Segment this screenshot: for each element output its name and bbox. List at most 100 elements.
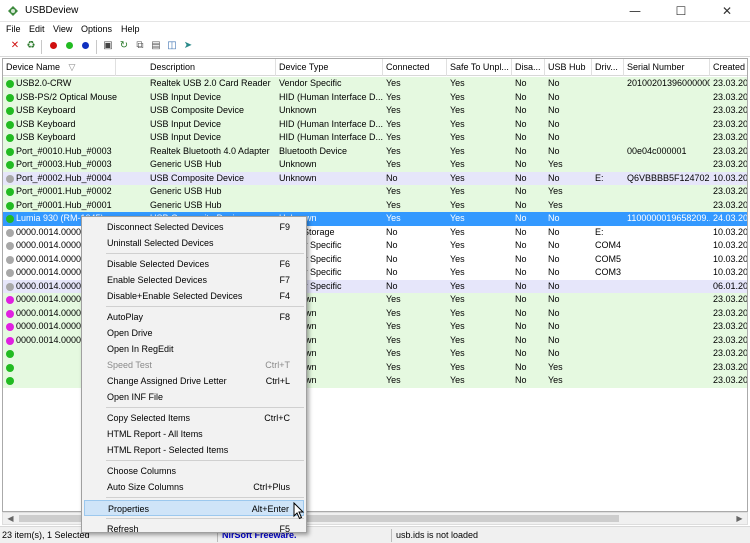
column-header[interactable]: Device Name ▽: [3, 59, 116, 76]
context-menu-item-open-drive[interactable]: Open Drive: [84, 325, 304, 341]
table-row[interactable]: USB-PS/2 Optical Mouse USB Input Device HI…: [3, 90, 748, 104]
copy-icon[interactable]: ⧉: [134, 40, 146, 52]
save-icon[interactable]: ▣: [102, 40, 114, 52]
device-name-cell: Port_#0010.Hub_#0003: [16, 145, 112, 156]
drive-letter-cell: [592, 212, 624, 226]
disable-device-icon[interactable]: [47, 40, 59, 52]
disabled-cell: No: [515, 334, 527, 345]
connected-cell: Yes: [386, 307, 401, 318]
menu-edit[interactable]: Edit: [29, 24, 45, 34]
context-menu-item-properties[interactable]: Properties Alt+Enter: [84, 500, 304, 516]
menu-help[interactable]: Help: [121, 24, 140, 34]
context-menu-item-auto-size-columns[interactable]: Auto Size Columns Ctrl+Plus: [84, 479, 304, 495]
enable-device-icon[interactable]: [63, 40, 75, 52]
menu-options[interactable]: Options: [81, 24, 112, 34]
context-menu-item-disable-selected-devices[interactable]: Disable Selected Devices F6: [84, 256, 304, 272]
context-menu-item-disable-enable-selected-devices[interactable]: Disable+Enable Selected Devices F4: [84, 288, 304, 304]
menu-separator: [106, 253, 304, 254]
serial-number-cell: [624, 361, 710, 375]
scroll-right-icon[interactable]: ▶: [733, 513, 746, 524]
safe-to-unplug-cell: Yes: [450, 91, 465, 102]
html-report-icon[interactable]: ◫: [166, 40, 178, 52]
connected-cell: Yes: [386, 348, 401, 358]
created-date-cell: 10.03.2017: [713, 226, 748, 237]
device-type-cell: Bluetooth Device: [279, 145, 348, 156]
menu-separator: [106, 306, 304, 307]
safe-to-unplug-cell: Yes: [450, 375, 465, 385]
serial-number-cell: 00e04c000001: [627, 145, 687, 156]
context-menu-item-disconnect-selected-devices[interactable]: Disconnect Selected Devices F9: [84, 219, 304, 235]
context-menu-item-choose-columns[interactable]: Choose Columns: [84, 463, 304, 479]
column-header[interactable]: Description: [147, 59, 276, 76]
column-header[interactable]: Driv...: [592, 59, 624, 76]
menu-item-label: HTML Report - All Items: [107, 429, 203, 439]
safe-to-unplug-cell: Yes: [450, 145, 465, 156]
drive-letter-cell: COM5: [595, 253, 622, 264]
context-menu-item-enable-selected-devices[interactable]: Enable Selected Devices F7: [84, 272, 304, 288]
uninstall-icon[interactable]: ♻: [25, 40, 37, 52]
safe-to-unplug-cell: Yes: [450, 186, 465, 196]
created-date-cell: 23.03.2017: [713, 105, 748, 115]
column-header[interactable]: Disa...: [512, 59, 545, 76]
minimize-button[interactable]: —: [612, 0, 658, 22]
context-menu-item-open-inf-file[interactable]: Open INF File: [84, 389, 304, 405]
serial-number-cell: [624, 334, 710, 348]
menu-file[interactable]: File: [6, 24, 21, 34]
drive-letter-cell: COM3: [595, 267, 622, 277]
menu-item-shortcut: F4: [279, 291, 290, 301]
menu-item-shortcut: F5: [279, 524, 290, 534]
context-menu-item-autoplay[interactable]: AutoPlay F8: [84, 309, 304, 325]
context-menu-item-uninstall-selected-devices[interactable]: Uninstall Selected Devices: [84, 235, 304, 251]
table-row[interactable]: Port_#0001.Hub_#0002 Generic USB Hub Yes Ye…: [3, 185, 747, 199]
column-header[interactable]: Safe To Unpl...: [447, 59, 512, 76]
disable-enable-icon[interactable]: [79, 40, 91, 52]
menu-item-label: AutoPlay: [107, 312, 144, 322]
table-row[interactable]: USB Keyboard USB Input Device HID (Human I…: [3, 131, 748, 145]
column-header[interactable]: Device Type: [276, 59, 383, 76]
context-menu-item-open-in-regedit[interactable]: Open In RegEdit: [84, 341, 304, 357]
maximize-button[interactable]: ☐: [658, 0, 704, 22]
column-header[interactable]: Created D: [710, 59, 747, 76]
refresh-icon[interactable]: ↻: [118, 40, 130, 52]
table-row[interactable]: Port_#0003.Hub_#0003 Generic USB Hub Unkno…: [3, 158, 747, 172]
table-row[interactable]: USB Keyboard USB Composite Device Unknown Y…: [3, 104, 748, 118]
drive-letter-cell: [592, 145, 624, 159]
menu-item-label: Enable Selected Devices: [107, 275, 208, 285]
created-date-cell: 10.03.2017: [713, 253, 748, 264]
context-menu-item-copy-selected-items[interactable]: Copy Selected Items Ctrl+C: [84, 410, 304, 426]
drive-letter-cell: [592, 334, 624, 348]
menu-item-label: Disable Selected Devices: [107, 259, 210, 269]
menu-view[interactable]: View: [53, 24, 72, 34]
safe-to-unplug-cell: Yes: [450, 361, 465, 372]
connected-cell: No: [386, 267, 398, 277]
safe-to-unplug-cell: Yes: [450, 118, 465, 129]
table-row[interactable]: Port_#0001.Hub_#0001 Generic USB Hub Yes Ye…: [3, 198, 747, 212]
menu-item-shortcut: Alt+Enter: [251, 504, 289, 514]
mouse-pointer-icon: [293, 502, 305, 520]
context-menu-item-change-assigned-drive-letter[interactable]: Change Assigned Drive Letter Ctrl+L: [84, 373, 304, 389]
created-date-cell: 23.03.2017: [713, 91, 748, 102]
table-row[interactable]: Port_#0010.Hub_#0003 Realtek Bluetooth 4.…: [3, 144, 747, 159]
drive-letter-cell: [592, 158, 624, 172]
created-date-cell: 23.03.2017: [713, 132, 748, 142]
safe-to-unplug-cell: Yes: [450, 294, 465, 304]
usb-hub-cell: No: [548, 118, 560, 129]
disconnect-icon[interactable]: ✕: [9, 40, 21, 52]
context-menu-item-html-report-selected-items[interactable]: HTML Report - Selected Items: [84, 442, 304, 458]
table-row[interactable]: USB2.0-CRW Realtek USB 2.0 Card Reader Ven…: [3, 77, 747, 91]
table-row[interactable]: Port_#0002.Hub_#0004 USB Composite Device…: [3, 171, 747, 185]
table-row[interactable]: USB Keyboard USB Input Device HID (Human I…: [3, 117, 747, 131]
context-menu-item-refresh[interactable]: Refresh F5: [84, 521, 304, 537]
column-header[interactable]: USB Hub: [545, 59, 592, 76]
created-date-cell: 23.03.2017: [713, 361, 748, 372]
scroll-left-icon[interactable]: ◀: [4, 513, 17, 524]
device-name-cell: USB Keyboard: [16, 118, 76, 129]
drive-letter-cell: [592, 131, 624, 145]
context-menu-item-html-report-all-items[interactable]: HTML Report - All Items: [84, 426, 304, 442]
properties-icon[interactable]: ▤: [150, 40, 162, 52]
column-header[interactable]: Connected: [383, 59, 447, 76]
close-button[interactable]: ✕: [704, 0, 750, 22]
column-header[interactable]: Serial Number: [624, 59, 710, 76]
connected-cell: No: [386, 280, 398, 291]
exit-icon[interactable]: ➤: [182, 40, 194, 52]
